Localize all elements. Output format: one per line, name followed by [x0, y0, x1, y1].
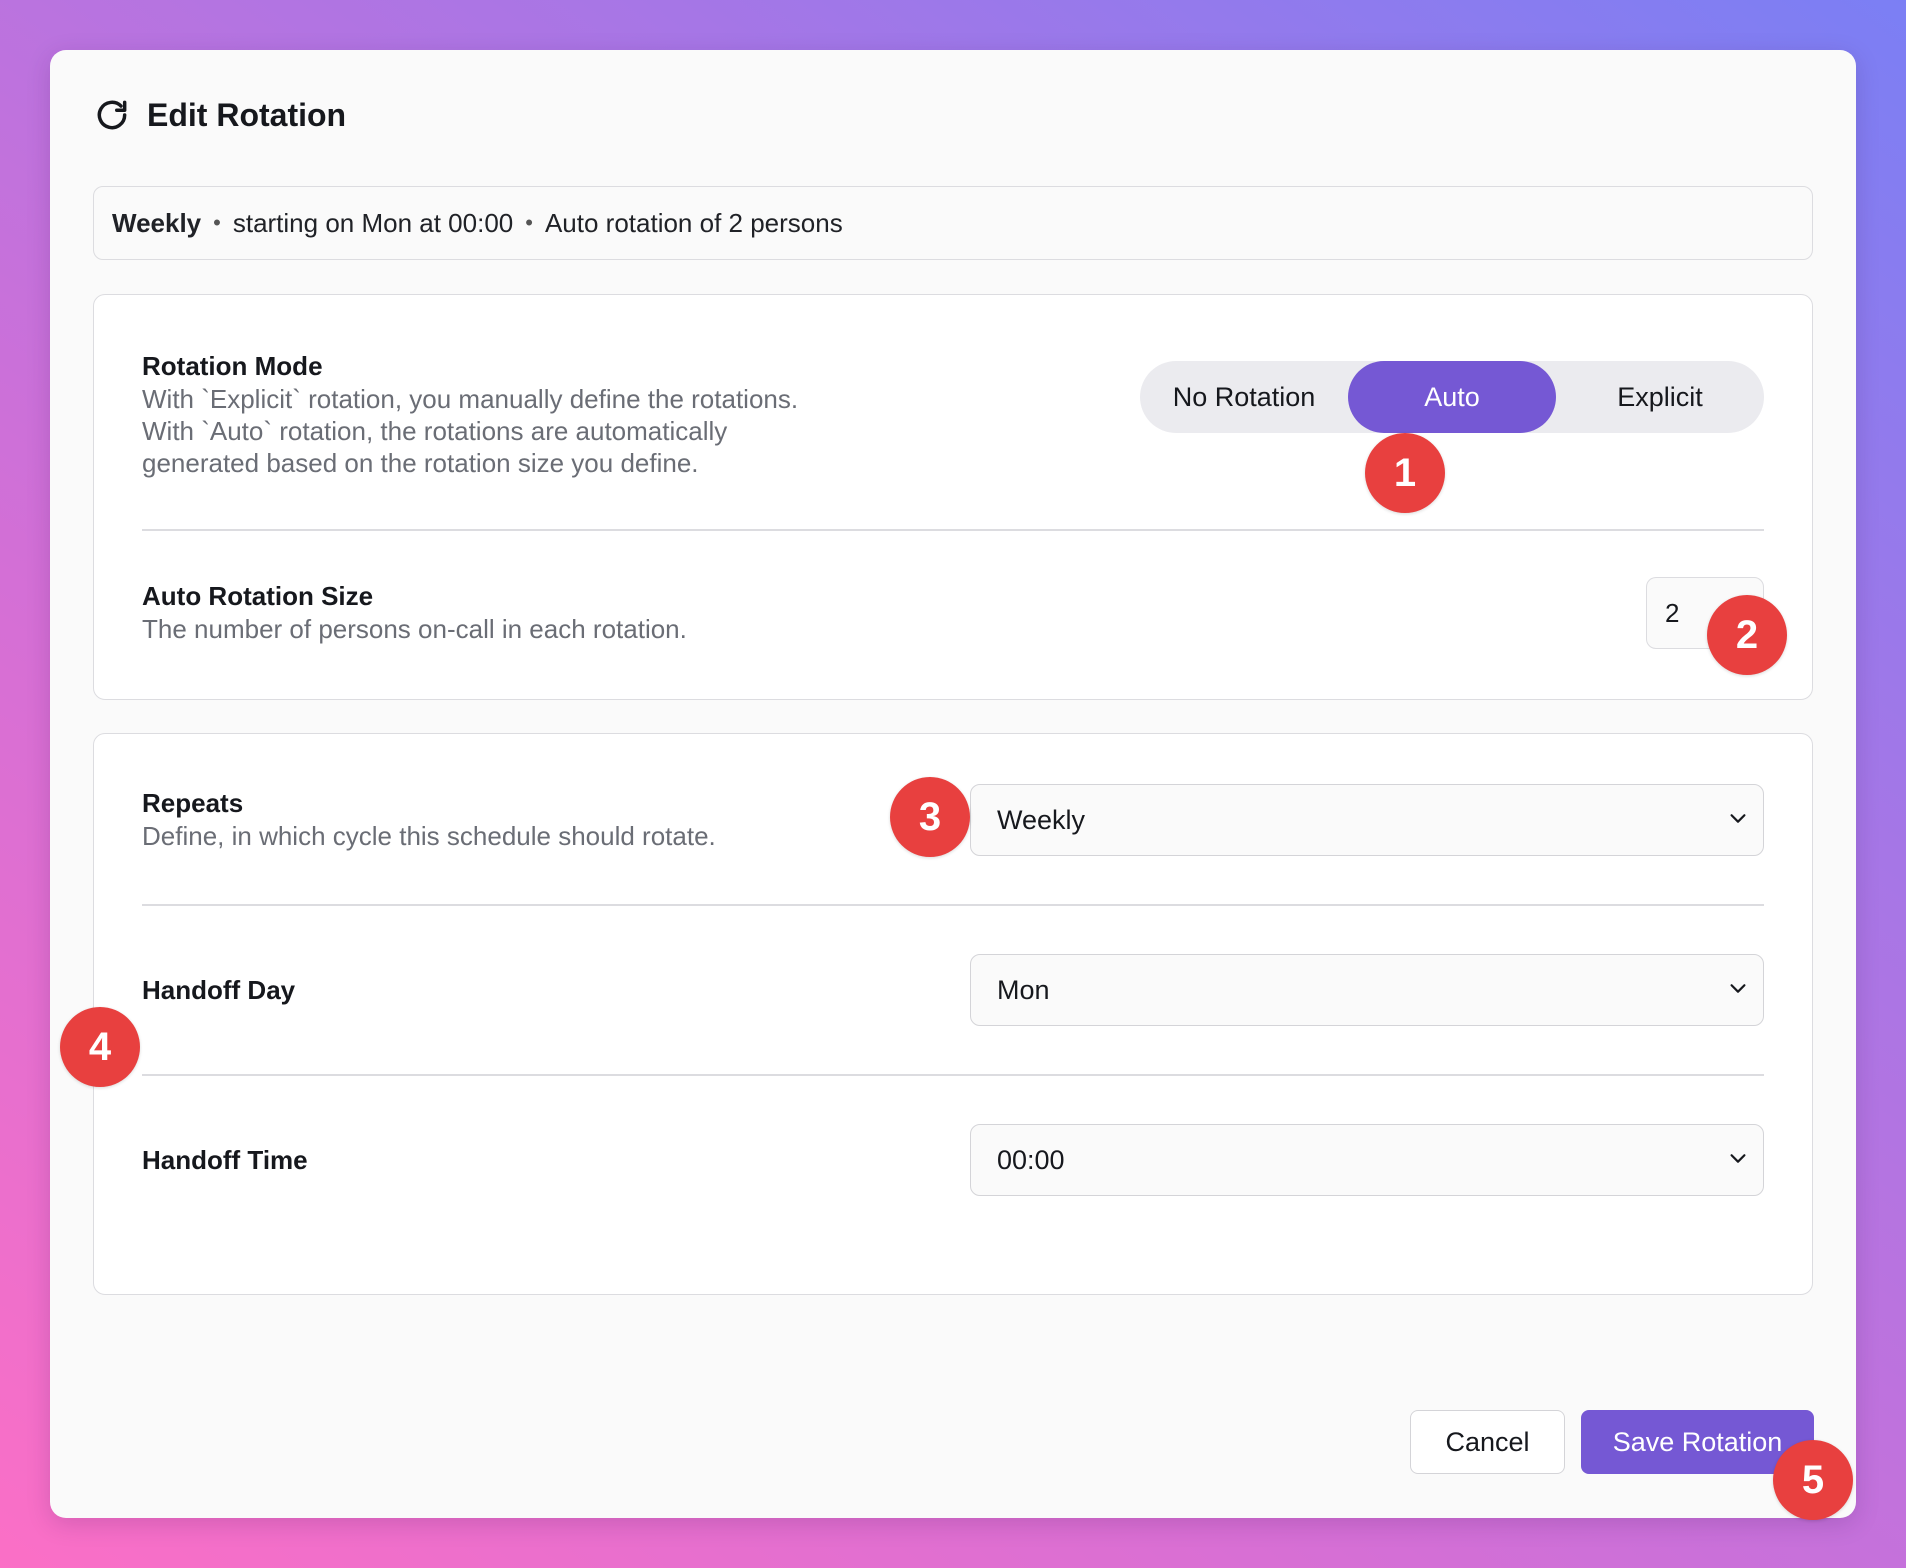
handoff-time-value: 00:00 — [997, 1144, 1065, 1175]
rotation-mode-no-rotation[interactable]: No Rotation — [1140, 361, 1348, 433]
auto-rotation-size-row: Auto Rotation Size The number of persons… — [142, 577, 1764, 659]
summary-rotation: Auto rotation of 2 persons — [544, 207, 843, 238]
handoff-time-row: Handoff Time 00:00 — [142, 1124, 1764, 1196]
rotation-mode-auto[interactable]: Auto — [1348, 361, 1556, 433]
rotation-summary: Weekly • starting on Mon at 00:00 • Auto… — [93, 186, 1813, 260]
rotation-mode-toggle[interactable]: No Rotation Auto Explicit — [1140, 361, 1764, 433]
annotation-marker-5: 5 — [1773, 1440, 1853, 1520]
repeats-value: Weekly — [997, 804, 1086, 835]
handoff-day-row: Handoff Day Mon — [142, 954, 1764, 1026]
rotation-mode-description: With `Explicit` rotation, you manually d… — [142, 384, 799, 478]
handoff-day-value: Mon — [997, 974, 1050, 1005]
auto-rotation-size-label: Auto Rotation Size — [142, 581, 374, 611]
divider — [142, 904, 1764, 906]
annotation-marker-3: 3 — [890, 777, 970, 857]
chevron-down-icon — [1727, 805, 1749, 836]
cancel-button[interactable]: Cancel — [1410, 1410, 1565, 1474]
rotation-mode-row: Rotation Mode With `Explicit` rotation, … — [142, 349, 1764, 478]
refresh-icon — [93, 96, 131, 134]
handoff-time-select[interactable]: 00:00 — [970, 1124, 1764, 1196]
handoff-day-select[interactable]: Mon — [970, 954, 1764, 1026]
annotation-marker-4: 4 — [60, 1007, 140, 1087]
rotation-mode-explicit[interactable]: Explicit — [1556, 361, 1764, 433]
summary-frequency: Weekly — [112, 207, 202, 238]
dialog-title: Edit Rotation — [147, 96, 347, 133]
summary-start: starting on Mon at 00:00 — [232, 207, 514, 238]
dialog-header: Edit Rotation — [93, 96, 346, 134]
repeats-select[interactable]: Weekly — [970, 784, 1764, 856]
rotation-mode-label: Rotation Mode — [142, 351, 323, 381]
summary-separator: • — [213, 210, 221, 235]
summary-separator: • — [525, 210, 533, 235]
chevron-down-icon — [1727, 975, 1749, 1006]
rotation-settings-card: Rotation Mode With `Explicit` rotation, … — [93, 294, 1813, 700]
annotation-marker-2: 2 — [1707, 595, 1787, 675]
annotation-marker-1: 1 — [1365, 433, 1445, 513]
chevron-down-icon — [1727, 1145, 1749, 1176]
divider — [142, 529, 1764, 531]
divider — [142, 1074, 1764, 1076]
auto-rotation-size-description: The number of persons on-call in each ro… — [142, 614, 687, 644]
